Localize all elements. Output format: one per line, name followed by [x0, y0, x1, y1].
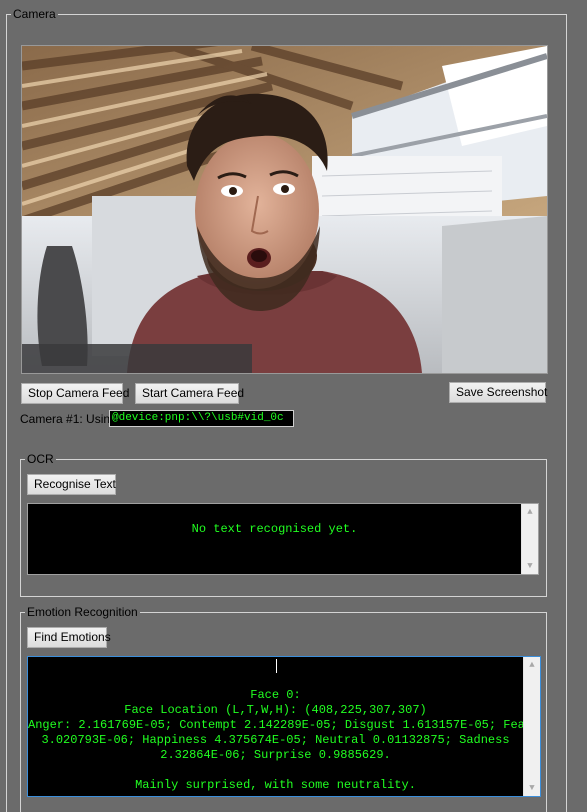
ocr-output-text: No text recognised yet. [191, 522, 358, 536]
camera-device-field[interactable]: @device:pnp:\\?\usb#vid_0c [109, 410, 294, 427]
camera-device-label: Camera #1: Using [20, 412, 117, 426]
output-line: Mainly surprised, with some neutrality. [135, 778, 416, 792]
output-line: 2.32864E-06; Surprise 0.9885629. [160, 748, 391, 762]
scroll-down-arrow-icon[interactable]: ▼ [522, 558, 538, 574]
scroll-up-arrow-icon[interactable]: ▲ [524, 657, 540, 673]
stop-camera-feed-button[interactable]: Stop Camera Feed [21, 383, 129, 404]
output-line: Face 0: [250, 688, 301, 702]
save-screenshot-button[interactable]: Save Screenshot [449, 382, 547, 403]
camera-frame-image [22, 46, 547, 373]
output-line: Anger: 2.161769E-05; Contempt 2.142289E-… [28, 718, 533, 732]
text-cursor [276, 659, 277, 673]
emotion-output-text: Face 0: Face Location (L,T,W,H): (408,22… [28, 688, 533, 793]
scroll-down-arrow-icon[interactable]: ▼ [524, 780, 540, 796]
emotion-output-textbox[interactable]: Face 0: Face Location (L,T,W,H): (408,22… [27, 656, 541, 797]
camera-feed-view [21, 45, 548, 374]
find-emotions-button[interactable]: Find Emotions [27, 627, 111, 648]
emotion-group-title: Emotion Recognition [25, 605, 140, 619]
emotion-scrollbar[interactable]: ▲ ▼ [523, 657, 540, 796]
scroll-up-arrow-icon[interactable]: ▲ [522, 504, 538, 520]
output-line: Face Location (L,T,W,H): (408,225,307,30… [124, 703, 427, 717]
recognise-text-button[interactable]: Recognise Text [27, 474, 116, 495]
camera-group-title: Camera [11, 7, 58, 21]
ocr-group-title: OCR [25, 452, 56, 466]
ocr-scrollbar[interactable]: ▲ ▼ [521, 504, 538, 574]
start-camera-feed-button[interactable]: Start Camera Feed [135, 383, 244, 404]
output-line: 3.020793E-06; Happiness 4.375674E-05; Ne… [41, 733, 510, 747]
ocr-output-textbox[interactable]: No text recognised yet. ▲ ▼ [27, 503, 539, 575]
